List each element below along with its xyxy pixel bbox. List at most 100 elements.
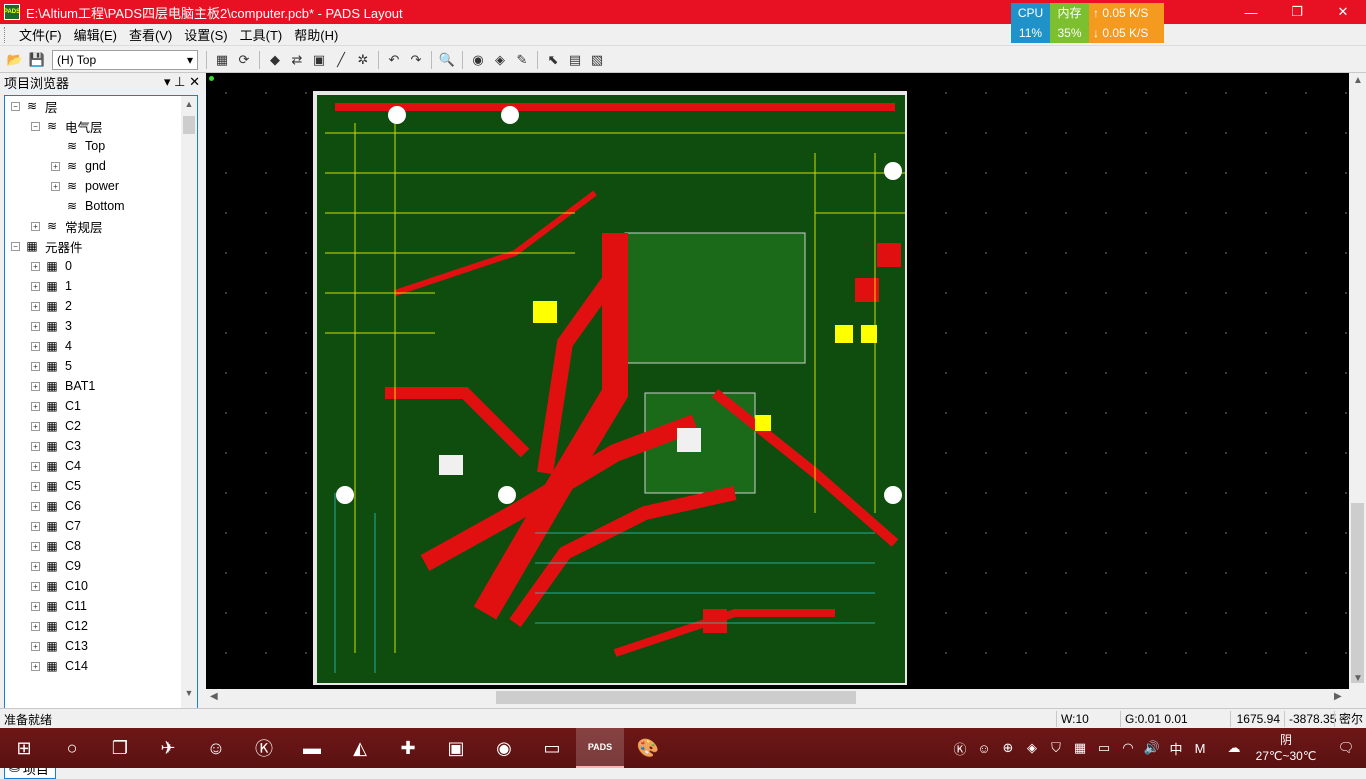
tree-item[interactable]: + ▦ C4: [5, 456, 197, 476]
tree-item[interactable]: + ▦ C8: [5, 536, 197, 556]
volume-icon[interactable]: 🔊: [1140, 740, 1164, 756]
pads-taskbar-icon[interactable]: PADS: [576, 728, 624, 768]
scroll-up-icon[interactable]: ▲: [1353, 75, 1363, 86]
scroll-down-icon[interactable]: ▼: [181, 685, 197, 701]
expand-icon[interactable]: +: [31, 361, 40, 371]
scroll-left-icon[interactable]: ◀: [210, 691, 218, 702]
collapse-icon[interactable]: −: [11, 101, 20, 111]
tree-item[interactable]: + ▦ C7: [5, 516, 197, 536]
scroll-down-icon[interactable]: ▼: [1353, 673, 1363, 684]
tree-item[interactable]: + ▦ C5: [5, 476, 197, 496]
draft-toolbar-icon[interactable]: ╱: [331, 50, 351, 70]
expand-icon[interactable]: +: [31, 261, 40, 271]
qq-tray-icon[interactable]: ☺: [972, 741, 996, 756]
menu-edit[interactable]: 编辑(E): [68, 25, 123, 44]
vertical-scroll-thumb[interactable]: [1351, 503, 1364, 683]
tree-item[interactable]: + ▦ 4: [5, 336, 197, 356]
verify-icon[interactable]: ◉: [468, 50, 488, 70]
tree-item[interactable]: + ▦ 2: [5, 296, 197, 316]
shield-icon[interactable]: ⛉: [1044, 740, 1068, 756]
expand-icon[interactable]: +: [31, 481, 40, 491]
expand-icon[interactable]: +: [31, 501, 40, 511]
close-button[interactable]: ✕: [1320, 0, 1366, 24]
design-toolbar-icon[interactable]: ◆: [265, 50, 285, 70]
expand-icon[interactable]: +: [31, 441, 40, 451]
tree-item[interactable]: − ▦ 元器件: [5, 236, 197, 256]
tree-item[interactable]: + ▦ 0: [5, 256, 197, 276]
expand-icon[interactable]: +: [51, 181, 60, 191]
expand-icon[interactable]: +: [31, 281, 40, 291]
layer-select[interactable]: (H) Top ▾: [52, 49, 198, 70]
scroll-up-icon[interactable]: ▲: [181, 96, 197, 112]
tree-item[interactable]: + ▦ 3: [5, 316, 197, 336]
expand-icon[interactable]: +: [31, 461, 40, 471]
tree-item[interactable]: + ▦ BAT1: [5, 376, 197, 396]
expand-icon[interactable]: +: [31, 541, 40, 551]
book-icon[interactable]: ▬: [288, 728, 336, 768]
tree-item[interactable]: + ▦ C6: [5, 496, 197, 516]
expand-icon[interactable]: +: [31, 381, 40, 391]
menu-settings[interactable]: 设置(S): [178, 25, 233, 44]
menu-help[interactable]: 帮助(H): [288, 25, 344, 44]
tree-item[interactable]: + ▦ C3: [5, 436, 197, 456]
horizontal-scroll-thumb[interactable]: [496, 691, 856, 704]
router-icon[interactable]: ✚: [384, 728, 432, 768]
tree-item[interactable]: ≋ Top: [5, 136, 197, 156]
expand-icon[interactable]: +: [51, 161, 60, 171]
tree-item[interactable]: + ≋ 常规层: [5, 216, 197, 236]
expand-icon[interactable]: +: [31, 641, 40, 651]
expand-icon[interactable]: +: [31, 581, 40, 591]
tree-item[interactable]: − ≋ 层: [5, 96, 197, 116]
kugou-icon[interactable]: Ⓚ: [240, 728, 288, 768]
kugou-tray-icon[interactable]: Ⓚ: [948, 739, 972, 758]
dimension-toolbar-icon[interactable]: ▣: [309, 50, 329, 70]
file-explorer-icon[interactable]: ▭: [528, 728, 576, 768]
output-window-icon[interactable]: ▧: [587, 50, 607, 70]
tree-item[interactable]: + ▦ C11: [5, 596, 197, 616]
wifi-icon[interactable]: ◠: [1116, 740, 1140, 756]
expand-icon[interactable]: +: [31, 601, 40, 611]
pads-app-icon[interactable]: PADS: [4, 4, 20, 20]
tree-item[interactable]: + ▦ 5: [5, 356, 197, 376]
minimize-button[interactable]: —: [1228, 0, 1274, 24]
menu-tools[interactable]: 工具(T): [234, 25, 289, 44]
refresh-icon[interactable]: ⟳: [234, 50, 254, 70]
zoom-icon[interactable]: 🔍: [437, 50, 457, 70]
expand-icon[interactable]: +: [31, 301, 40, 311]
tree-item[interactable]: + ▦ 1: [5, 276, 197, 296]
search-icon[interactable]: ○: [48, 728, 96, 768]
tree-item[interactable]: + ▦ C12: [5, 616, 197, 636]
maximize-button[interactable]: ❐: [1274, 0, 1320, 24]
chrome-icon[interactable]: ◉: [480, 728, 528, 768]
tree-item[interactable]: + ▦ C9: [5, 556, 197, 576]
project-browser-icon[interactable]: ▤: [565, 50, 585, 70]
expand-icon[interactable]: +: [31, 421, 40, 431]
tree-item[interactable]: − ≋ 电气层: [5, 116, 197, 136]
screenshot-icon[interactable]: ▣: [432, 728, 480, 768]
weather-widget[interactable]: 阴 27℃~30℃: [1246, 732, 1326, 764]
eraser-icon[interactable]: ✎: [512, 50, 532, 70]
tree-item[interactable]: + ≋ power: [5, 176, 197, 196]
tree-item[interactable]: + ▦ C10: [5, 576, 197, 596]
altium-icon[interactable]: ◭: [336, 728, 384, 768]
qq-icon[interactable]: ☺: [192, 728, 240, 768]
canvas-horizontal-scrollbar[interactable]: ◀ ▶: [206, 689, 1349, 706]
tree-item[interactable]: + ▦ C1: [5, 396, 197, 416]
tree-scroll-thumb[interactable]: [183, 116, 195, 134]
ime-indicator[interactable]: 中: [1164, 739, 1188, 758]
tree-item[interactable]: + ≋ gnd: [5, 156, 197, 176]
project-tree[interactable]: − ≋ 层 − ≋ 电气层 ≋ Top + ≋ gnd + ≋ power ≋ Bottom + ≋ 常规层 − ▦ 元器…: [4, 95, 198, 755]
toolbar-grip[interactable]: [4, 26, 7, 43]
tree-item[interactable]: ≋ Bottom: [5, 196, 197, 216]
weather-icon[interactable]: ☁: [1222, 740, 1246, 756]
select-filter-icon[interactable]: ⬉: [543, 50, 563, 70]
save-icon[interactable]: 💾: [27, 50, 47, 70]
expand-icon[interactable]: +: [31, 221, 40, 231]
properties-icon[interactable]: ▦: [212, 50, 232, 70]
app-tray-icon[interactable]: ◈: [1020, 740, 1044, 756]
redo-icon[interactable]: ↷: [406, 50, 426, 70]
expand-icon[interactable]: +: [31, 621, 40, 631]
menu-view[interactable]: 查看(V): [123, 25, 178, 44]
ecos-toolbar-icon[interactable]: ✲: [353, 50, 373, 70]
panel-controls[interactable]: ▾ ⊥ ✕: [164, 74, 200, 90]
